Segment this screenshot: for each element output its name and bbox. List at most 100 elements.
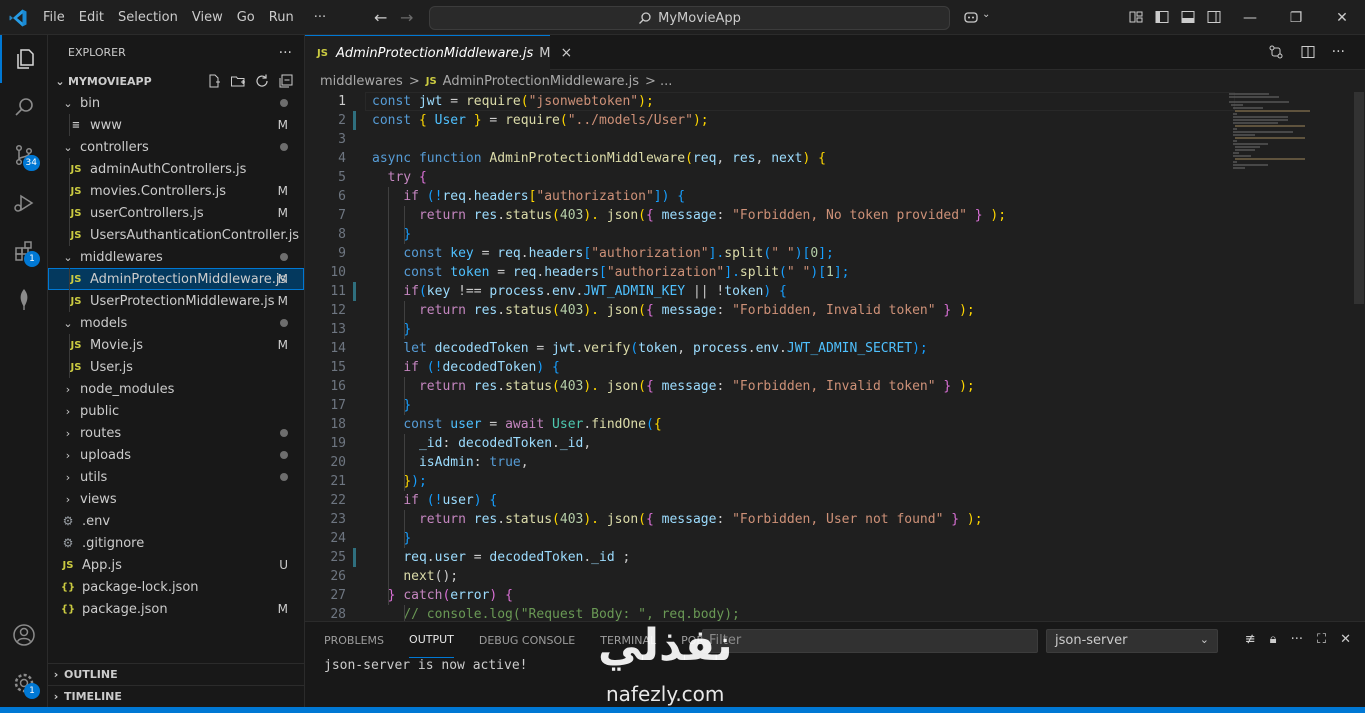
tree-file[interactable]: JS User.js [48, 356, 304, 378]
tree-file[interactable]: ≡ www M [48, 114, 304, 136]
tree-file[interactable]: JS App.js U [48, 554, 304, 576]
tree-file[interactable]: JS adminAuthControllers.js [48, 158, 304, 180]
refresh-icon[interactable] [254, 73, 270, 89]
tree-file[interactable]: JS UserProtectionMiddleware.js M [48, 290, 304, 312]
tree-item-label: controllers [80, 139, 149, 155]
run-debug-activity[interactable] [0, 179, 48, 227]
extensions-activity[interactable]: 1 [0, 227, 48, 275]
tab-close-button[interactable]: × [561, 45, 573, 61]
toggle-secondary-sidebar-icon[interactable] [1206, 9, 1222, 25]
open-changes-icon[interactable] [1268, 44, 1284, 60]
breadcrumb-symbol[interactable]: > ... [645, 74, 672, 89]
clear-output-icon[interactable]: ≢ [1245, 632, 1256, 647]
output-channel-select[interactable]: json-server ⌄ [1046, 629, 1218, 653]
timeline-section[interactable]: › TIMELINE [48, 685, 304, 707]
tree-folder[interactable]: › utils [48, 466, 304, 488]
breadcrumb-folder[interactable]: middlewares [320, 74, 403, 89]
code-token: res [473, 303, 498, 318]
menu-view[interactable]: View [185, 10, 230, 25]
menu-selection[interactable]: Selection [111, 10, 185, 25]
close-panel-icon[interactable]: ✕ [1340, 632, 1351, 647]
panel-more-icon[interactable]: ··· [1291, 632, 1303, 647]
tree-file[interactable]: JS AdminProtectionMiddleware.js M [48, 268, 304, 290]
code-text: return res.status(403). json({ message: … [372, 510, 983, 529]
code-editor[interactable]: 1 const jwt = require("jsonwebtoken"); 2 co… [305, 92, 1365, 621]
menu-more[interactable]: ··· [307, 10, 333, 25]
code-line: 23 return res.status(403). json({ messag… [305, 510, 1225, 529]
tree-file[interactable]: {} package-lock.json [48, 576, 304, 598]
line-number: 27 [330, 588, 346, 603]
workspace-root[interactable]: ⌄ MYMOVIEAPP [48, 70, 304, 92]
tree-folder[interactable]: › views [48, 488, 304, 510]
tree-folder[interactable]: › routes [48, 422, 304, 444]
editor-scrollbar[interactable] [1354, 92, 1364, 304]
tab-admin-protection-middleware[interactable]: JS AdminProtectionMiddleware.js M × [305, 35, 572, 70]
new-file-icon[interactable] [206, 73, 222, 89]
tree-file[interactable]: JS Movie.js M [48, 334, 304, 356]
menu-go[interactable]: Go [230, 10, 262, 25]
maximize-panel-icon[interactable]: ⛶ [1317, 632, 1326, 647]
tab-label: AdminProtectionMiddleware.js [335, 45, 534, 61]
explorer-more-button[interactable]: ··· [279, 45, 292, 61]
menu-run[interactable]: Run [262, 10, 301, 25]
code-token: { [489, 493, 498, 508]
forward-arrow-icon[interactable]: → [400, 8, 413, 27]
tree-folder[interactable]: ⌄ controllers [48, 136, 304, 158]
tab-problems[interactable]: PROBLEMS [324, 622, 384, 658]
tree-file[interactable]: JS userControllers.js M [48, 202, 304, 224]
tab-debug-console[interactable]: DEBUG CONSOLE [479, 622, 575, 658]
tree-file[interactable]: ⚙ .env [48, 510, 304, 532]
back-arrow-icon[interactable]: ← [374, 8, 387, 27]
minimize-button[interactable]: — [1227, 0, 1273, 35]
collapse-all-icon[interactable] [278, 73, 294, 89]
tree-file[interactable]: JS movies.Controllers.js M [48, 180, 304, 202]
editor-more-icon[interactable]: ··· [1332, 44, 1345, 60]
close-window-button[interactable]: ✕ [1319, 0, 1365, 35]
split-editor-icon[interactable] [1300, 44, 1316, 60]
explorer-activity[interactable] [0, 35, 48, 83]
lock-scroll-icon[interactable]: 🔒︎ [1270, 632, 1277, 647]
code-token: ); [966, 512, 983, 527]
modified-dot-icon [280, 96, 288, 110]
mongodb-activity[interactable] [0, 275, 48, 323]
tree-folder[interactable]: ⌄ middlewares [48, 246, 304, 268]
code-token: . [465, 189, 474, 204]
code-token: function [418, 151, 482, 166]
manage-activity[interactable]: 1 [0, 659, 48, 707]
search-activity[interactable] [0, 83, 48, 131]
restore-button[interactable]: ❐ [1273, 0, 1319, 35]
menu-edit[interactable]: Edit [72, 10, 111, 25]
tree-item-label: package.json [82, 601, 168, 617]
code-token: User [552, 417, 584, 432]
text-file-icon: ≡ [71, 119, 81, 131]
explorer-sidebar: EXPLORER ··· ⌄ MYMOVIEAPP ⌄ bin ≡ www M ⌄ cont… [48, 35, 305, 707]
toggle-panel-icon[interactable] [1180, 9, 1196, 25]
tree-item-label: UserProtectionMiddleware.js [90, 293, 275, 309]
menu-file[interactable]: File [36, 10, 72, 25]
code-token: env [552, 284, 576, 299]
copilot-icon[interactable] [963, 9, 979, 25]
toggle-sidebar-icon[interactable] [1154, 9, 1170, 25]
outline-section[interactable]: › OUTLINE [48, 663, 304, 685]
code-text: const key = req.headers["authorization"]… [372, 244, 834, 263]
chevron-right-icon: › [65, 448, 71, 462]
customize-layout-icon[interactable] [1128, 9, 1144, 25]
accounts-activity[interactable] [0, 611, 48, 659]
new-folder-icon[interactable] [230, 73, 246, 89]
source-control-activity[interactable]: 34 [0, 131, 48, 179]
code-token: ) [473, 493, 482, 508]
tree-file[interactable]: {} package.json M [48, 598, 304, 620]
command-center-search[interactable]: MyMovieApp [429, 6, 950, 30]
breadcrumb-file[interactable]: AdminProtectionMiddleware.js [443, 74, 639, 89]
tree-folder[interactable]: ⌄ bin [48, 92, 304, 114]
tree-folder[interactable]: ⌄ models [48, 312, 304, 334]
tree-file[interactable]: JS UsersAuthanticationController.js [48, 224, 304, 246]
tree-file[interactable]: ⚙ .gitignore [48, 532, 304, 554]
code-token: " " [786, 265, 811, 280]
copilot-chevron-down-icon[interactable]: ⌄ [982, 9, 990, 20]
tree-folder[interactable]: › uploads [48, 444, 304, 466]
minimap[interactable] [1229, 92, 1349, 172]
tree-folder[interactable]: › node_modules [48, 378, 304, 400]
tab-output[interactable]: OUTPUT [409, 622, 454, 658]
tree-folder[interactable]: › public [48, 400, 304, 422]
